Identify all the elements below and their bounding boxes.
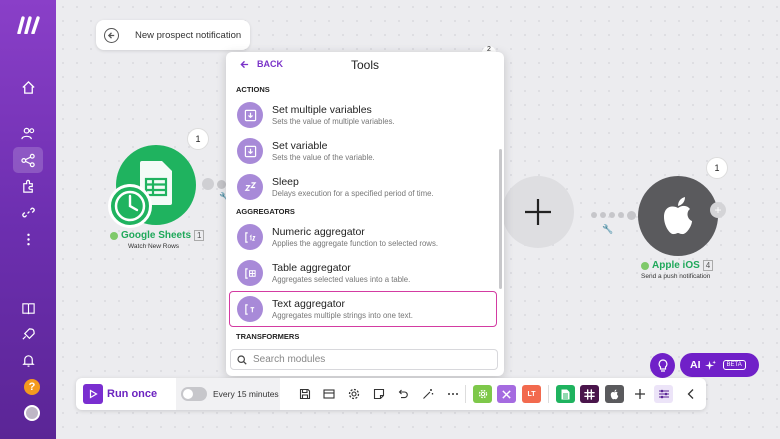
- section-transformers: TRANSFORMERS: [236, 332, 300, 341]
- route-settings-wrench-icon-2[interactable]: 🔧: [602, 224, 613, 235]
- notes-icon[interactable]: [372, 387, 386, 401]
- ai-hints-lightbulb-button[interactable]: [650, 353, 675, 378]
- help-icon[interactable]: ?: [24, 379, 40, 395]
- apple-ios-app-icon[interactable]: [605, 385, 624, 403]
- team-icon[interactable]: [13, 120, 43, 146]
- tool-sleep[interactable]: Sleep Delays execution for a specified pe…: [226, 169, 504, 205]
- bottom-toolbar: Run once Every 15 minutes LT: [76, 378, 706, 410]
- collapse-chevron-left-icon[interactable]: [684, 387, 698, 401]
- search-modules-input[interactable]: [253, 354, 483, 365]
- scenario-io-icon[interactable]: [322, 387, 336, 401]
- toolbar-separator: [548, 385, 549, 403]
- run-once-button[interactable]: Run once: [107, 388, 157, 400]
- tool-set-variable[interactable]: Set variable Sets the value of the variab…: [226, 133, 504, 169]
- google-sheets-action: Watch New Rows: [128, 243, 180, 250]
- scenario-title-bar: New prospect notification: [96, 20, 250, 50]
- home-icon[interactable]: [13, 74, 43, 100]
- apps-puzzle-icon[interactable]: [13, 173, 43, 199]
- notifications-bell-icon[interactable]: [13, 347, 43, 373]
- docs-book-icon[interactable]: [13, 295, 43, 321]
- apple-logo-icon: [664, 197, 692, 235]
- section-actions: ACTIONS: [236, 85, 270, 94]
- plus-icon: [525, 199, 551, 225]
- gs-operations-badge[interactable]: 1: [187, 128, 209, 150]
- sleep-zzz-icon: [237, 174, 263, 200]
- add-module-node[interactable]: [502, 176, 574, 248]
- add-app-plus-icon[interactable]: [633, 387, 647, 401]
- table-aggregator-icon: [237, 260, 263, 286]
- rocket-icon[interactable]: [13, 321, 43, 347]
- tools-title: Tools: [350, 58, 379, 72]
- apple-ios-module[interactable]: [638, 176, 718, 256]
- slack-app-icon[interactable]: [580, 385, 599, 403]
- status-ok-icon: [641, 261, 649, 270]
- toolbar-separator: [465, 385, 466, 403]
- set-variable-icon: [237, 138, 263, 164]
- flow-control-app-icon[interactable]: [497, 385, 516, 403]
- lightbulb-icon: [658, 359, 667, 372]
- scenarios-icon[interactable]: [13, 147, 43, 173]
- text-parser-app-icon[interactable]: LT: [522, 385, 541, 403]
- tools-header: BACK Tools: [226, 52, 504, 78]
- user-avatar[interactable]: [24, 405, 40, 421]
- connections-link-icon[interactable]: [13, 199, 43, 225]
- scheduling-control: Every 15 minutes: [176, 378, 280, 410]
- apple-ios-label: Apple iOS 4: [641, 260, 714, 271]
- tool-set-multiple-variables[interactable]: Set multiple variables Sets the value of …: [226, 97, 504, 133]
- auto-align-wand-icon[interactable]: [421, 387, 435, 401]
- sparkle-icon: [704, 359, 716, 370]
- schedule-label[interactable]: Every 15 minutes: [213, 389, 279, 399]
- set-variable-icon: [237, 102, 263, 128]
- tools-scrollbar[interactable]: [499, 149, 502, 289]
- tools-gear-app-icon[interactable]: [473, 385, 492, 403]
- ai-assistant-button[interactable]: AI BETA: [680, 353, 759, 377]
- section-aggregators: AGGREGATORS: [236, 207, 295, 216]
- make-logo-icon[interactable]: [17, 16, 41, 34]
- text-aggregator-icon: [237, 296, 263, 322]
- google-sheets-label: Google Sheets 1: [110, 230, 205, 241]
- more-horizontal-icon[interactable]: [446, 387, 460, 401]
- search-icon: [237, 354, 247, 365]
- tools-panel: BACK Tools ACTIONS Set multiple variable…: [226, 52, 504, 376]
- settings-gear-icon[interactable]: [347, 387, 361, 401]
- run-once-play-icon[interactable]: [83, 384, 103, 404]
- scheduling-toggle[interactable]: [181, 387, 207, 401]
- status-ok-icon: [110, 231, 118, 240]
- scenario-title[interactable]: New prospect notification: [135, 30, 241, 41]
- apple-operations-badge[interactable]: 1: [706, 157, 728, 179]
- apple-ios-action: Send a push notification: [641, 273, 711, 280]
- trigger-clock-icon[interactable]: [108, 184, 152, 228]
- more-vertical-icon[interactable]: [13, 226, 43, 252]
- tool-text-aggregator[interactable]: Text aggregator Aggregates multiple strin…: [229, 291, 497, 327]
- add-next-module-plus-icon[interactable]: +: [710, 202, 726, 218]
- back-arrow-icon[interactable]: [104, 27, 119, 43]
- save-icon[interactable]: [298, 387, 312, 401]
- sidebar: ?: [0, 0, 56, 439]
- undo-icon[interactable]: [396, 387, 410, 401]
- filters-sliders-icon[interactable]: [654, 385, 673, 403]
- google-sheets-app-icon[interactable]: [556, 385, 575, 403]
- numeric-aggregator-icon: [237, 224, 263, 250]
- search-modules-box: [230, 349, 498, 370]
- tool-numeric-aggregator[interactable]: Numeric aggregator Applies the aggregate …: [226, 219, 504, 255]
- tool-table-aggregator[interactable]: Table aggregator Aggregates selected valu…: [226, 255, 504, 291]
